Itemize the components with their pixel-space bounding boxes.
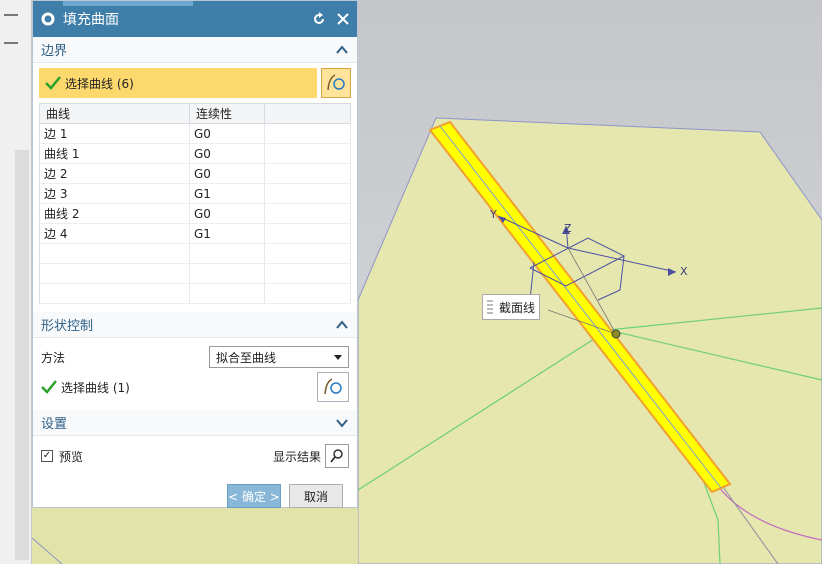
cell-continuity[interactable]: G0 [189, 203, 265, 224]
graphics-viewport[interactable]: Y X Z [358, 0, 822, 564]
shape-curve-select-button[interactable] [317, 372, 349, 402]
dialog-titlebar[interactable]: 填充曲面 [33, 1, 357, 37]
cell-curve: 边 2 [39, 163, 190, 184]
dropdown-arrow-icon [334, 354, 342, 360]
settings-section-header[interactable]: 设置 [33, 410, 357, 436]
table-row-empty [39, 243, 351, 264]
dialog-title: 填充曲面 [63, 12, 119, 28]
section-title: 边界 [41, 44, 68, 59]
method-dropdown[interactable]: 拟合至曲线 [209, 346, 349, 368]
viewport-bottom-region [31, 508, 358, 564]
table-row-empty [39, 283, 351, 304]
select-curve-label: 选择曲线 (6) [65, 76, 134, 91]
method-label: 方法 [41, 350, 66, 365]
tooltip-text: 截面线 [499, 300, 536, 315]
magnifier-icon [330, 449, 343, 463]
boundary-section-header[interactable]: 边界 [33, 37, 357, 63]
cell-continuity[interactable]: G0 [189, 163, 265, 184]
show-result-label: 显示结果 [272, 449, 321, 464]
boundary-curve-table: 曲线 连续性 边 1 G0 曲线 1 G0 边 2 G0 边 3 G1 曲线 2… [39, 103, 351, 304]
chevron-up-icon[interactable] [335, 43, 349, 57]
cell-curve: 边 1 [39, 123, 190, 144]
reset-icon[interactable] [311, 11, 327, 27]
table-row[interactable]: 曲线 1 G0 [39, 143, 351, 164]
shape-select-curve-label[interactable]: 选择曲线 (1) [61, 379, 130, 396]
section-title: 设置 [41, 417, 68, 432]
close-icon[interactable] [335, 11, 351, 27]
panel-marker [4, 14, 18, 16]
table-row[interactable]: 边 3 G1 [39, 183, 351, 204]
method-value: 拟合至曲线 [216, 350, 277, 365]
preview-label: 预览 [59, 449, 84, 464]
cancel-button[interactable]: 取消 [289, 484, 343, 508]
cell-curve: 曲线 2 [39, 203, 190, 224]
panel-marker [4, 42, 18, 44]
table-row[interactable]: 边 2 G0 [39, 163, 351, 184]
axis-y-label: Y [489, 208, 497, 221]
fill-surface-dialog: 填充曲面 边界 选择曲线 (6) 曲线 连续性 边 1 G0 曲线 1 G0 边… [32, 0, 358, 508]
column-header-continuity[interactable]: 连续性 [189, 103, 265, 124]
chevron-up-icon[interactable] [335, 318, 349, 332]
check-icon [41, 380, 57, 394]
show-result-button[interactable] [325, 444, 349, 468]
axis-z-label: Z [564, 222, 572, 235]
cell-continuity[interactable]: G0 [189, 143, 265, 164]
curve-select-button[interactable] [321, 68, 351, 98]
column-header-empty [264, 103, 351, 124]
table-row-empty [39, 263, 351, 284]
curve-icon [327, 74, 345, 91]
preview-section: ✓ 预览 显示结果 [33, 436, 357, 476]
cell-curve: 曲线 1 [39, 143, 190, 164]
shape-section: 方法 拟合至曲线 选择曲线 (1) [33, 338, 357, 410]
preview-checkbox[interactable]: ✓ [41, 450, 53, 462]
chevron-down-icon[interactable] [335, 416, 349, 430]
grip-icon [487, 300, 493, 314]
curve-icon [324, 378, 342, 395]
cell-continuity[interactable]: G1 [189, 183, 265, 204]
section-line-tooltip: 截面线 [482, 294, 540, 320]
dialog-buttons: < 确定 > 取消 [33, 476, 357, 514]
cell-continuity[interactable]: G1 [189, 223, 265, 244]
axis-x-label: X [680, 265, 688, 278]
section-title: 形状控制 [41, 319, 94, 334]
check-icon [45, 76, 61, 90]
left-panel-strip [0, 0, 32, 564]
shape-section-header[interactable]: 形状控制 [33, 312, 357, 338]
boundary-section: 选择曲线 (6) 曲线 连续性 边 1 G0 曲线 1 G0 边 2 G0 边 … [33, 63, 357, 312]
titlebar-tab [63, 1, 193, 6]
table-row[interactable]: 曲线 2 G0 [39, 203, 351, 224]
cell-continuity[interactable]: G0 [189, 123, 265, 144]
table-row[interactable]: 边 4 G1 [39, 223, 351, 244]
select-curve-boundary[interactable]: 选择曲线 (6) [39, 68, 317, 98]
cell-curve: 边 4 [39, 223, 190, 244]
table-row[interactable]: 边 1 G0 [39, 123, 351, 144]
cell-curve: 边 3 [39, 183, 190, 204]
column-header-curve[interactable]: 曲线 [39, 103, 190, 124]
ok-button[interactable]: < 确定 > [227, 484, 281, 508]
scrollbar[interactable] [15, 150, 29, 560]
gear-icon[interactable] [39, 10, 57, 28]
